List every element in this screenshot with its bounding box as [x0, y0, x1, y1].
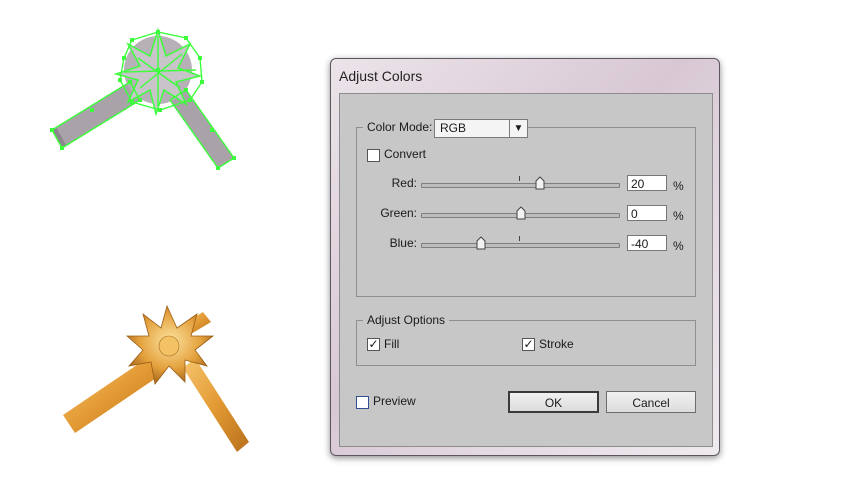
- stroke-label[interactable]: Stroke: [539, 337, 574, 351]
- dialog-body: Color Mode: RGB ▼ Convert Red: 20 % Gree…: [339, 93, 713, 447]
- checkmark-icon: ✓: [523, 337, 534, 351]
- adjust-options-group: Adjust Options ✓ Fill ✓ Stroke: [356, 313, 696, 366]
- chevron-down-icon[interactable]: ▼: [509, 120, 527, 137]
- red-label: Red:: [391, 176, 417, 190]
- preview-checkbox[interactable]: [356, 396, 369, 409]
- checkmark-icon: ✓: [368, 337, 379, 351]
- green-percent: %: [673, 209, 684, 223]
- preview-label[interactable]: Preview: [373, 394, 416, 408]
- blue-value-field[interactable]: -40: [627, 235, 667, 251]
- convert-label[interactable]: Convert: [384, 147, 426, 161]
- adjust-options-label: Adjust Options: [363, 313, 450, 327]
- red-percent: %: [673, 179, 684, 193]
- color-mode-select[interactable]: RGB ▼: [434, 119, 528, 138]
- cancel-button[interactable]: Cancel: [606, 391, 696, 413]
- fill-checkbox[interactable]: ✓: [367, 338, 380, 351]
- dialog-titlebar[interactable]: Adjust Colors: [331, 59, 719, 93]
- gold-bow-artwork: [63, 304, 249, 452]
- red-slider-track[interactable]: [421, 176, 620, 190]
- color-mode-value: RGB: [440, 121, 467, 135]
- gold-ribbon-left: [63, 354, 165, 433]
- green-slider-track[interactable]: [421, 206, 620, 220]
- dialog-title: Adjust Colors: [339, 68, 423, 84]
- blue-slider-thumb[interactable]: [476, 236, 486, 250]
- green-value-field[interactable]: 0: [627, 205, 667, 221]
- blue-slider-track[interactable]: [421, 236, 620, 250]
- blue-label: Blue:: [389, 236, 417, 250]
- gold-ribbon-right: [183, 358, 249, 452]
- green-slider-thumb[interactable]: [516, 206, 526, 220]
- ok-button[interactable]: OK: [508, 391, 599, 413]
- selected-bow-artwork[interactable]: [40, 18, 260, 188]
- convert-checkbox[interactable]: [367, 149, 380, 162]
- fill-label[interactable]: Fill: [384, 337, 399, 351]
- blue-center-tick: [519, 236, 520, 241]
- color-mode-label: Color Mode:: [363, 120, 437, 134]
- blue-percent: %: [673, 239, 684, 253]
- color-mode-group: Color Mode: RGB ▼ Convert Red: 20 % Gree…: [356, 119, 696, 297]
- bow-ribbon-right: [169, 89, 235, 169]
- red-value-field[interactable]: 20: [627, 175, 667, 191]
- red-center-tick: [519, 176, 520, 181]
- adjust-colors-dialog: Adjust Colors Color Mode: RGB ▼ Convert …: [330, 58, 720, 456]
- stroke-checkbox[interactable]: ✓: [522, 338, 535, 351]
- green-label: Green:: [380, 206, 417, 220]
- red-slider-thumb[interactable]: [535, 176, 545, 190]
